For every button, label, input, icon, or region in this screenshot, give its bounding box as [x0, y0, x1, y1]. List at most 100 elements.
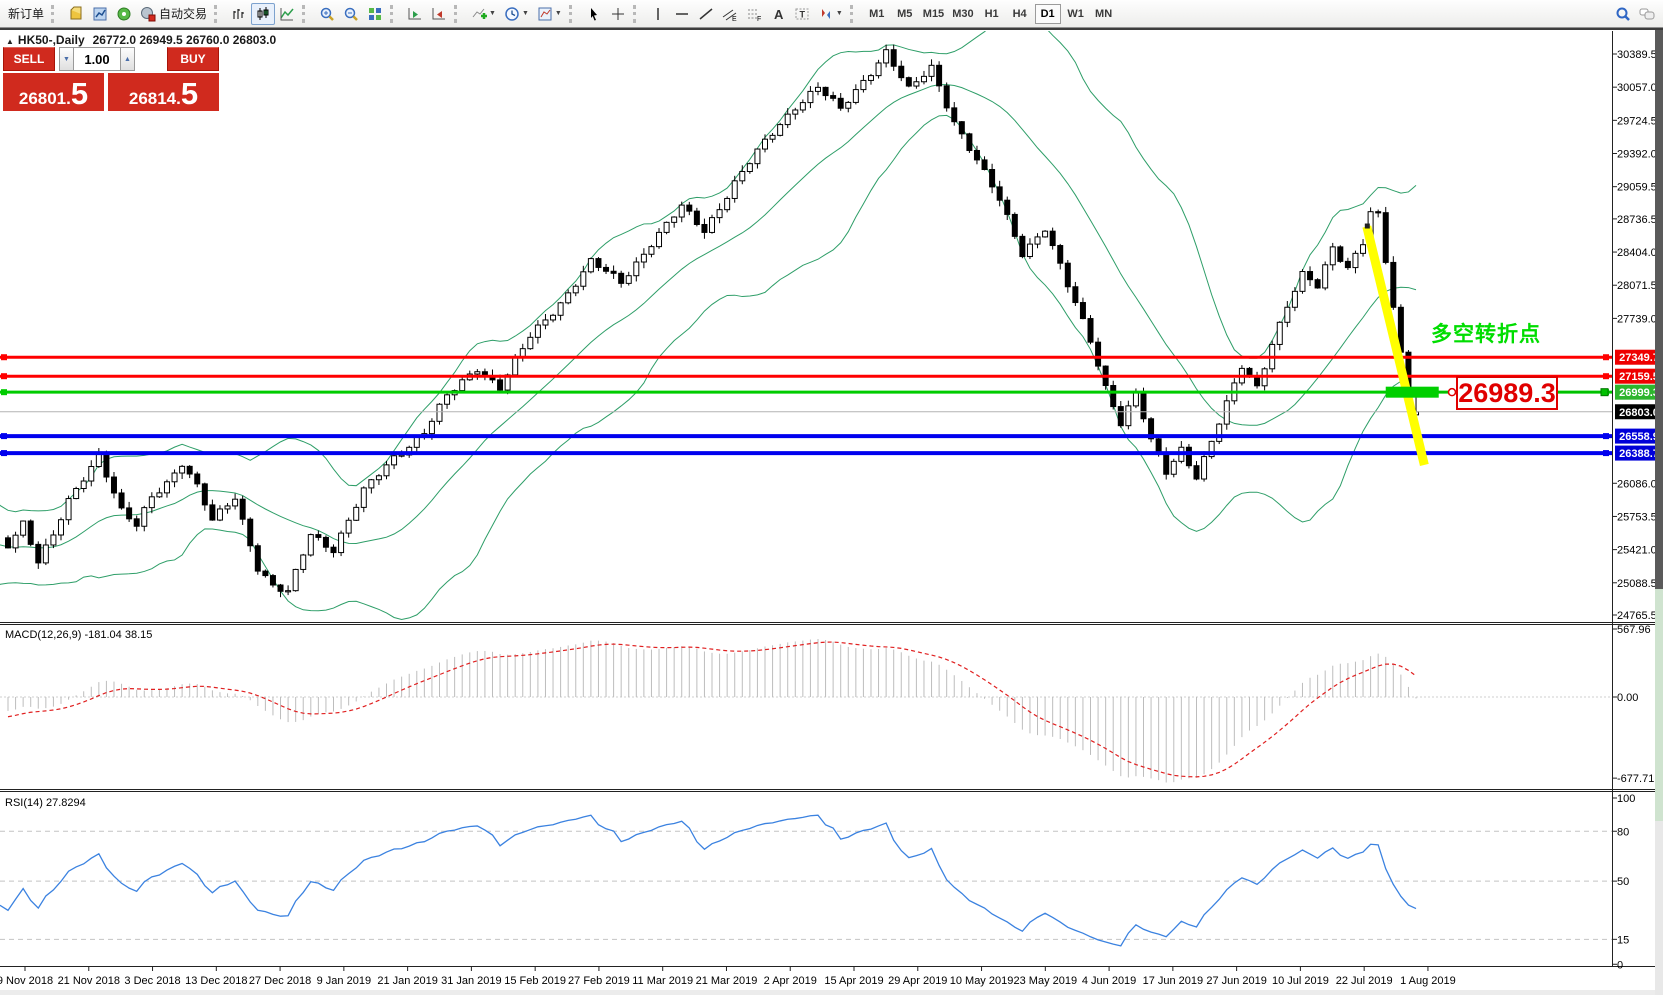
sell-button[interactable]: SELL [3, 47, 55, 71]
buy-price-main: 26814 [129, 89, 176, 108]
svg-text:T: T [799, 9, 805, 19]
sell-price-main: 26801 [19, 89, 66, 108]
window-edge-strip [1655, 28, 1663, 995]
timeframe-button-m5[interactable]: M5 [892, 4, 918, 24]
toolbar-separator [569, 5, 579, 23]
svg-text:25421.0: 25421.0 [1617, 545, 1657, 557]
one-click-collapse-icon[interactable]: ▲ [6, 37, 14, 46]
svg-text:0.00: 0.00 [1617, 692, 1638, 704]
svg-text:28071.5: 28071.5 [1617, 280, 1657, 292]
volume-input[interactable] [74, 47, 120, 71]
price-callout-box[interactable]: 26989.3 [1456, 376, 1558, 410]
signals-icon[interactable] [112, 3, 136, 25]
turning-point-annotation[interactable]: 多空转折点 [1431, 318, 1541, 348]
line-chart-button[interactable] [275, 3, 299, 25]
toolbar-separator [850, 5, 860, 23]
sell-price-display[interactable]: 26801.5 [3, 73, 104, 111]
autotrading-button[interactable]: 自动交易 [136, 3, 211, 25]
svg-text:-677.71: -677.71 [1617, 773, 1654, 785]
buy-price-frac: 5 [181, 79, 198, 108]
indicators-button[interactable]: ▼ [467, 3, 500, 25]
svg-text:9 Nov 2018: 9 Nov 2018 [0, 975, 53, 987]
cursor-button[interactable] [582, 3, 606, 25]
svg-text:27 Feb 2019: 27 Feb 2019 [568, 975, 630, 987]
toolbar-separator [454, 5, 464, 23]
svg-text:29 Apr 2019: 29 Apr 2019 [888, 975, 947, 987]
svg-text:11 Mar 2019: 11 Mar 2019 [632, 975, 693, 987]
chart-area[interactable]: 30389.530057.029724.529392.029059.528736… [0, 0, 1663, 995]
periods-button[interactable]: ▼ [500, 3, 533, 25]
svg-text:50: 50 [1617, 876, 1629, 888]
svg-text:27349.7: 27349.7 [1619, 352, 1659, 364]
templates-button[interactable]: ▼ [533, 3, 566, 25]
candlestick-button[interactable] [251, 3, 275, 25]
timeframe-button-w1[interactable]: W1 [1063, 4, 1089, 24]
svg-text:E: E [732, 16, 737, 22]
bar-chart-button[interactable] [227, 3, 251, 25]
equidistant-channel-button[interactable]: E [718, 3, 742, 25]
timeframe-button-h1[interactable]: H1 [979, 4, 1005, 24]
svg-text:23 May 2019: 23 May 2019 [1014, 975, 1078, 987]
text-button[interactable]: A [766, 3, 790, 25]
svg-text:10 Jul 2019: 10 Jul 2019 [1272, 975, 1329, 987]
svg-text:25088.5: 25088.5 [1617, 578, 1657, 590]
timeframe-button-mn[interactable]: MN [1091, 4, 1117, 24]
navigator-icon[interactable] [88, 3, 112, 25]
fibonacci-button[interactable]: F [742, 3, 766, 25]
new-order-button[interactable]: 新订单 [4, 3, 48, 25]
svg-text:21 Mar 2019: 21 Mar 2019 [696, 975, 758, 987]
svg-text:15: 15 [1617, 934, 1629, 946]
volume-increase-button[interactable]: ▲ [120, 47, 135, 71]
svg-text:3 Dec 2018: 3 Dec 2018 [124, 975, 180, 987]
buy-button[interactable]: BUY [167, 47, 219, 71]
timeframe-button-m30[interactable]: M30 [949, 4, 976, 24]
timeframe-button-d1[interactable]: D1 [1035, 4, 1061, 24]
svg-text:80: 80 [1617, 826, 1629, 838]
text-label-button[interactable]: T [790, 3, 814, 25]
timeframe-button-h4[interactable]: H4 [1007, 4, 1033, 24]
crosshair-button[interactable] [606, 3, 630, 25]
volume-decrease-button[interactable]: ▼ [59, 47, 74, 71]
chart-shift-button[interactable] [427, 3, 451, 25]
arrows-button[interactable]: ▼ [814, 3, 847, 25]
mt4-trading-terminal: { "toolbar": { "new_order_label": "新订单",… [0, 0, 1663, 995]
tile-windows-button[interactable] [363, 3, 387, 25]
horizontal-line-button[interactable] [670, 3, 694, 25]
sell-price-frac: 5 [71, 79, 88, 108]
svg-text:28736.5: 28736.5 [1617, 214, 1657, 226]
buy-price-display[interactable]: 26814.5 [108, 73, 219, 111]
search-icon[interactable] [1611, 3, 1635, 25]
svg-text:21 Jan 2019: 21 Jan 2019 [377, 975, 438, 987]
toolbar-separator [51, 5, 61, 23]
auto-scroll-button[interactable] [403, 3, 427, 25]
svg-text:24765.5: 24765.5 [1617, 610, 1657, 622]
svg-text:27739.0: 27739.0 [1617, 313, 1657, 325]
vertical-line-button[interactable] [646, 3, 670, 25]
svg-text:22 Jul 2019: 22 Jul 2019 [1336, 975, 1393, 987]
svg-text:9 Jan 2019: 9 Jan 2019 [317, 975, 371, 987]
status-strip [0, 990, 1663, 995]
svg-text:0: 0 [1617, 959, 1623, 971]
svg-text:10 May 2019: 10 May 2019 [950, 975, 1014, 987]
svg-text:26999.3: 26999.3 [1619, 387, 1659, 399]
main-toolbar: 新订单自动交易▼▼▼EFAT▼M1M5M15M30H1H4D1W1MN [0, 0, 1663, 28]
svg-text:29392.0: 29392.0 [1617, 149, 1657, 161]
svg-text:1 Aug 2019: 1 Aug 2019 [1400, 975, 1456, 987]
zoom-in-button[interactable] [315, 3, 339, 25]
zoom-out-button[interactable] [339, 3, 363, 25]
svg-text:29059.5: 29059.5 [1617, 182, 1657, 194]
svg-text:28404.0: 28404.0 [1617, 247, 1657, 259]
timeframe-button-m1[interactable]: M1 [864, 4, 890, 24]
market-watch-icon[interactable] [64, 3, 88, 25]
svg-text:25753.5: 25753.5 [1617, 511, 1657, 523]
chat-icon[interactable] [1635, 3, 1659, 25]
svg-text:13 Dec 2018: 13 Dec 2018 [185, 975, 247, 987]
svg-text:26388.7: 26388.7 [1619, 448, 1659, 460]
svg-text:31 Jan 2019: 31 Jan 2019 [441, 975, 502, 987]
trendline-button[interactable] [694, 3, 718, 25]
timeframe-button-m15[interactable]: M15 [920, 4, 947, 24]
svg-text:27 Dec 2018: 27 Dec 2018 [249, 975, 311, 987]
toolbar-separator [302, 5, 312, 23]
svg-text:29724.5: 29724.5 [1617, 115, 1657, 127]
one-click-trading-panel: SELL ▼ ▲ BUY 26801.5 26814.5 [3, 47, 219, 111]
